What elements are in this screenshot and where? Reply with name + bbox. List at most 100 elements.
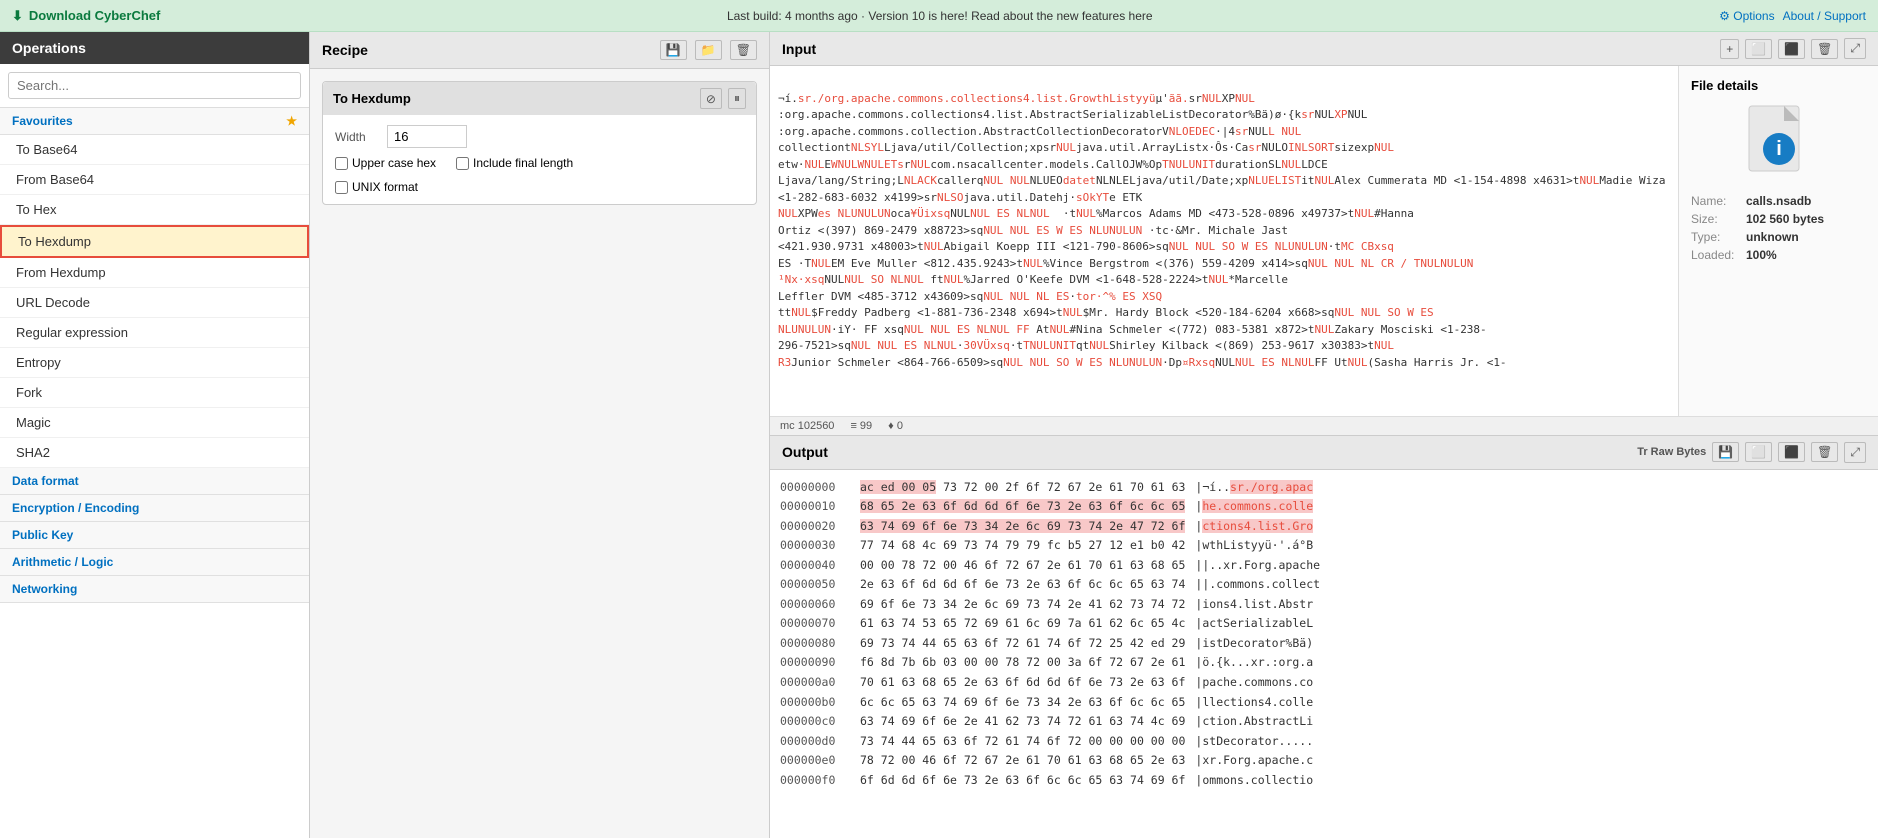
input-text[interactable]: ¬í.sr./org.apache.commons.collections4.l… bbox=[770, 66, 1678, 416]
hex-row: 00000080 69 73 74 44 65 63 6f 72 61 74 6f… bbox=[780, 634, 1868, 654]
hex-ascii: ||.commons.collect bbox=[1195, 575, 1320, 595]
hex-row: 000000b0 6c 6c 65 63 74 69 6f 6e 73 34 2e… bbox=[780, 693, 1868, 713]
file-icon-area: i bbox=[1691, 101, 1866, 184]
upper-case-checkbox[interactable] bbox=[335, 157, 348, 170]
about-link[interactable]: About / Support bbox=[1783, 9, 1866, 23]
download-icon: ⬇ bbox=[12, 8, 23, 24]
recipe-card-header: To Hexdump ⊘ ⏸ bbox=[323, 82, 756, 115]
input-split-button[interactable]: ⬛ bbox=[1778, 39, 1805, 59]
save-recipe-button[interactable]: 💾 bbox=[660, 40, 687, 60]
hex-bytes: 69 73 74 44 65 63 6f 72 61 74 6f 72 25 4… bbox=[860, 634, 1185, 654]
hex-offset: 000000b0 bbox=[780, 693, 850, 713]
sidebar-item-entropy[interactable]: Entropy bbox=[0, 348, 309, 378]
hex-offset: 00000020 bbox=[780, 517, 850, 537]
hex-offset: 00000070 bbox=[780, 614, 850, 634]
download-link[interactable]: ⬇ Download CyberChef bbox=[12, 8, 160, 24]
hex-ascii: |ction.AbstractLi bbox=[1195, 712, 1313, 732]
output-new-button[interactable]: ⬜ bbox=[1745, 442, 1772, 462]
hex-ascii: |xr.Forg.apache.c bbox=[1195, 751, 1313, 771]
hex-bytes: 78 72 00 46 6f 72 67 2e 61 70 61 63 68 6… bbox=[860, 751, 1185, 771]
file-size-row: Size: 102 560 bytes bbox=[1691, 212, 1866, 226]
sidebar-item-from-base64[interactable]: From Base64 bbox=[0, 165, 309, 195]
build-info: Last build: 4 months ago · Version 10 is… bbox=[727, 9, 1153, 23]
hex-row: 000000502e 63 6f 6d 6d 6f 6e 73 2e 63 6f… bbox=[780, 575, 1868, 595]
final-length-checkbox[interactable] bbox=[456, 157, 469, 170]
output-title: Output bbox=[782, 444, 828, 460]
sidebar-item-fork[interactable]: Fork bbox=[0, 378, 309, 408]
disable-operation-button[interactable]: ⊘ bbox=[700, 88, 722, 109]
hex-row: 0000006069 6f 6e 73 34 2e 6c 69 73 74 2e… bbox=[780, 595, 1868, 615]
hex-offset: 00000080 bbox=[780, 634, 850, 654]
sidebar-item-magic[interactable]: Magic bbox=[0, 408, 309, 438]
hex-bytes: f6 8d 7b 6b 03 00 00 78 72 00 3a 6f 72 6… bbox=[860, 653, 1185, 673]
hex-bytes: 6f 6d 6d 6f 6e 73 2e 63 6f 6c 6c 65 63 7… bbox=[860, 771, 1185, 791]
hex-ascii: |llections4.colle bbox=[1195, 693, 1313, 713]
hex-row: 0000003077 74 68 4c 69 73 74 79 79 fc b5… bbox=[780, 536, 1868, 556]
recipe-card-hexdump: To Hexdump ⊘ ⏸ Width Upper case hex bbox=[322, 81, 757, 205]
hex-row: 000000a0 70 61 63 68 65 2e 63 6f 6d 6d 6f… bbox=[780, 673, 1868, 693]
width-input[interactable] bbox=[387, 125, 467, 148]
hex-bytes: 70 61 63 68 65 2e 63 6f 6d 6d 6f 6e 73 2… bbox=[860, 673, 1185, 693]
output-save-button[interactable]: 💾 bbox=[1712, 442, 1739, 462]
sidebar-item-sha2[interactable]: SHA2 bbox=[0, 438, 309, 468]
sidebar-item-to-base64[interactable]: To Base64 bbox=[0, 135, 309, 165]
pause-operation-button[interactable]: ⏸ bbox=[728, 88, 746, 109]
input-clear-button[interactable]: 🗑 bbox=[1811, 39, 1838, 59]
add-input-button[interactable]: + bbox=[1720, 39, 1739, 59]
status-lines: ≡ 99 bbox=[850, 420, 872, 432]
hex-bytes: 73 74 44 65 63 6f 72 61 74 6f 72 00 00 0… bbox=[860, 732, 1185, 752]
hex-bytes: 6c 6c 65 63 74 69 6f 6e 73 34 2e 63 6f 6… bbox=[860, 693, 1185, 713]
hex-ascii: |ctions4.list.Gro bbox=[1195, 517, 1313, 537]
output-split-button[interactable]: ⬛ bbox=[1778, 442, 1805, 462]
upper-case-option[interactable]: Upper case hex bbox=[335, 156, 436, 170]
input-new-button[interactable]: ⬜ bbox=[1745, 39, 1772, 59]
hex-offset: 000000d0 bbox=[780, 732, 850, 752]
recipe-content: To Hexdump ⊘ ⏸ Width Upper case hex bbox=[310, 69, 769, 838]
sidebar-section-public-key[interactable]: Public Key bbox=[0, 522, 309, 549]
hex-bytes: 68 65 2e 63 6f 6d 6d 6f 6e 73 2e 63 6f 6… bbox=[860, 497, 1185, 517]
right-panel: Input + ⬜ ⬛ 🗑 ⤢ ¬í.sr./org.apache.common… bbox=[770, 32, 1878, 838]
hex-ascii: |ommons.collectio bbox=[1195, 771, 1313, 791]
final-length-option[interactable]: Include final length bbox=[456, 156, 573, 170]
hex-row: 0000007061 63 74 53 65 72 69 61 6c 69 7a… bbox=[780, 614, 1868, 634]
hex-ascii: |stDecorator..... bbox=[1195, 732, 1313, 752]
svg-text:i: i bbox=[1776, 138, 1782, 160]
input-expand-button[interactable]: ⤢ bbox=[1844, 38, 1866, 59]
recipe-title: Recipe bbox=[322, 42, 368, 58]
hex-offset: 00000040 bbox=[780, 556, 850, 576]
status-pos: ♦ 0 bbox=[888, 420, 903, 432]
sidebar-section-networking[interactable]: Networking bbox=[0, 576, 309, 603]
sidebar-item-to-hexdump[interactable]: To Hexdump bbox=[0, 225, 309, 258]
sidebar-section-encryption[interactable]: Encryption / Encoding bbox=[0, 495, 309, 522]
file-loaded-row: Loaded: 100% bbox=[1691, 248, 1866, 262]
hex-bytes: 69 6f 6e 73 34 2e 6c 69 73 74 2e 41 62 7… bbox=[860, 595, 1185, 615]
star-icon: ★ bbox=[286, 114, 297, 128]
output-body[interactable]: 00000000ac ed 00 05 73 72 00 2f 6f 72 67… bbox=[770, 470, 1878, 838]
hex-offset: 000000e0 bbox=[780, 751, 850, 771]
hex-offset: 000000a0 bbox=[780, 673, 850, 693]
sidebar-section-data-format[interactable]: Data format bbox=[0, 468, 309, 495]
input-header: Input + ⬜ ⬛ 🗑 ⤢ bbox=[770, 32, 1878, 66]
hex-row: 0000004000 00 78 72 00 46 6f 72 67 2e 61… bbox=[780, 556, 1868, 576]
sidebar-item-url-decode[interactable]: URL Decode bbox=[0, 288, 309, 318]
unix-format-checkbox[interactable] bbox=[335, 181, 348, 194]
hex-row: 000000f0 6f 6d 6d 6f 6e 73 2e 63 6f 6c 6c… bbox=[780, 771, 1868, 791]
output-expand-button[interactable]: ⤢ bbox=[1844, 442, 1866, 463]
sidebar-item-regex[interactable]: Regular expression bbox=[0, 318, 309, 348]
unix-format-option[interactable]: UNIX format bbox=[335, 180, 744, 194]
clear-recipe-button[interactable]: 🗑 bbox=[730, 40, 757, 60]
output-clear-button[interactable]: 🗑 bbox=[1811, 442, 1838, 462]
hex-row: 00000000ac ed 00 05 73 72 00 2f 6f 72 67… bbox=[780, 478, 1868, 498]
hex-ascii: |istDecorator%Bä) bbox=[1195, 634, 1313, 654]
hex-offset: 000000f0 bbox=[780, 771, 850, 791]
sidebar-item-from-hexdump[interactable]: From Hexdump bbox=[0, 258, 309, 288]
sidebar: Operations Favourites ★ To Base64 From B… bbox=[0, 32, 310, 838]
sidebar-item-to-hex[interactable]: To Hex bbox=[0, 195, 309, 225]
input-body: ¬í.sr./org.apache.commons.collections4.l… bbox=[770, 66, 1878, 416]
load-recipe-button[interactable]: 📁 bbox=[695, 40, 722, 60]
sidebar-section-arithmetic[interactable]: Arithmetic / Logic bbox=[0, 549, 309, 576]
search-input[interactable] bbox=[8, 72, 301, 99]
sidebar-section-favourites[interactable]: Favourites ★ bbox=[0, 108, 309, 135]
options-link[interactable]: ⚙ Options bbox=[1719, 9, 1774, 23]
hex-offset: 00000090 bbox=[780, 653, 850, 673]
